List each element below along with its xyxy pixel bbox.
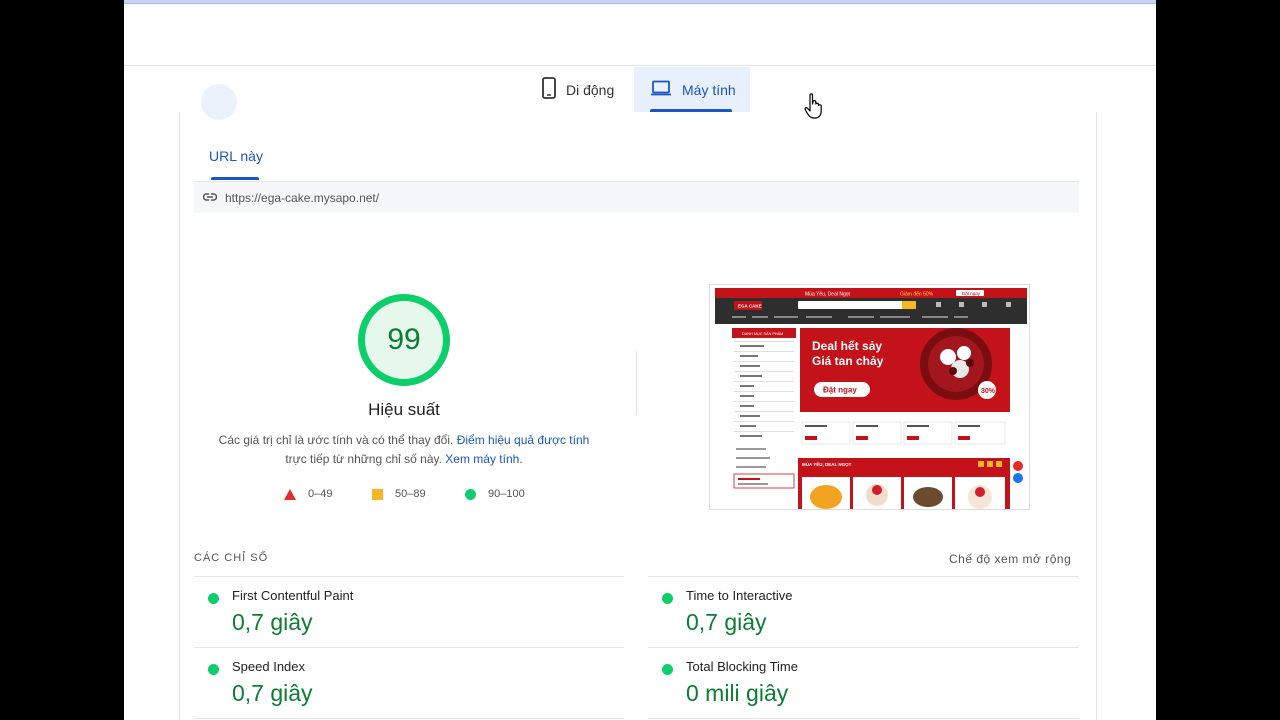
metric-name: Speed Index <box>232 659 306 674</box>
performance-score: 99 <box>387 323 421 356</box>
vertical-separator <box>636 351 637 415</box>
tested-url: https://ega-cake.mysapo.net/ <box>225 190 380 205</box>
scrolled-gauge-fragment <box>201 84 237 120</box>
performance-description: Các giá trị chỉ là ước tính và có thể th… <box>208 431 600 469</box>
pass-dot-icon <box>208 664 219 675</box>
thumb-deals-title: MÙA YÊU, DEAL NGỌT <box>802 460 852 467</box>
link-icon <box>202 191 225 205</box>
metrics-divider <box>194 647 624 648</box>
thumb-top-text: Mùa Yêu, Deal Ngọt <box>805 292 851 298</box>
metrics-divider <box>648 718 1079 719</box>
page: Di động Máy tính URL này https://ega-cak… <box>124 0 1156 720</box>
legend-average: 50–89 <box>372 488 426 500</box>
metrics-divider <box>648 576 1079 577</box>
thumb-banner-line2: Giá tan chảy <box>812 354 884 368</box>
tab-active-indicator <box>650 109 732 112</box>
metrics-section-label: CÁC CHỈ SỐ <box>194 552 269 564</box>
url-tab-indicator <box>211 177 259 180</box>
legend-pass: 90–100 <box>465 488 525 500</box>
thumb-banner-button: Đặt ngay <box>823 386 857 395</box>
page-screenshot-thumbnail: Mùa Yêu, Deal Ngọt Giảm đến 50% Đặt ngay… <box>709 284 1030 510</box>
expanded-view-toggle[interactable]: Chế độ xem mở rộng <box>949 552 1071 566</box>
thumb-banner-badge: 30% <box>981 388 996 395</box>
circle-icon <box>465 488 476 500</box>
metric-value: 0,7 giây <box>232 609 313 635</box>
metric-value: 0 mili giây <box>686 680 789 706</box>
thumb-discount-text: Giảm đến 50% <box>900 292 934 298</box>
desc-text-1: Các giá trị chỉ là ước tính và có thể th… <box>218 433 457 447</box>
metric-value: 0,7 giây <box>686 609 767 635</box>
pass-dot-icon <box>208 593 219 604</box>
pass-dot-icon <box>662 664 673 675</box>
metric-name: Total Blocking Time <box>686 659 798 674</box>
laptop-icon <box>650 80 682 99</box>
tab-mobile-label: Di động <box>566 81 615 98</box>
metric-value: 0,7 giây <box>232 680 313 706</box>
tab-desktop[interactable]: Máy tính <box>634 67 750 112</box>
performance-title: Hiệu suất <box>368 400 440 419</box>
browser-top-line <box>124 0 1156 4</box>
thumb-banner-line1: Deal hết sảy <box>812 339 882 353</box>
metric-name: Time to Interactive <box>686 588 793 603</box>
legend-pass-label: 90–100 <box>488 488 525 500</box>
url-bar: https://ega-cake.mysapo.net/ <box>194 181 1079 213</box>
legend-fail-label: 0–49 <box>308 488 333 500</box>
desc-text-3: . <box>519 452 523 466</box>
thumb-logo: EGA CAKE <box>738 304 762 309</box>
square-icon <box>372 488 383 500</box>
legend-average-label: 50–89 <box>395 488 426 500</box>
triangle-icon <box>284 488 296 500</box>
tab-desktop-label: Máy tính <box>682 81 736 98</box>
metrics-divider <box>194 718 624 719</box>
header-divider <box>124 65 1156 66</box>
hand-cursor-icon <box>804 93 824 119</box>
thumb-order-button: Đặt ngay <box>962 291 981 296</box>
metric-name: First Contentful Paint <box>232 588 354 603</box>
smartphone-icon <box>542 77 566 102</box>
scoring-link[interactable]: Điểm hiệu quả được tính <box>457 433 590 447</box>
legend-fail: 0–49 <box>284 488 332 500</box>
tab-mobile[interactable]: Di động <box>538 67 634 112</box>
thumb-category-header: DANH MỤC SẢN PHẨM <box>742 331 783 336</box>
metrics-divider <box>194 576 624 577</box>
tab-this-url[interactable]: URL này <box>209 148 263 164</box>
pass-dot-icon <box>662 593 673 604</box>
desc-text-2: trực tiếp từ những chỉ số này. <box>285 452 446 466</box>
calculator-link[interactable]: Xem máy tính <box>445 452 519 466</box>
metrics-divider <box>648 647 1079 648</box>
